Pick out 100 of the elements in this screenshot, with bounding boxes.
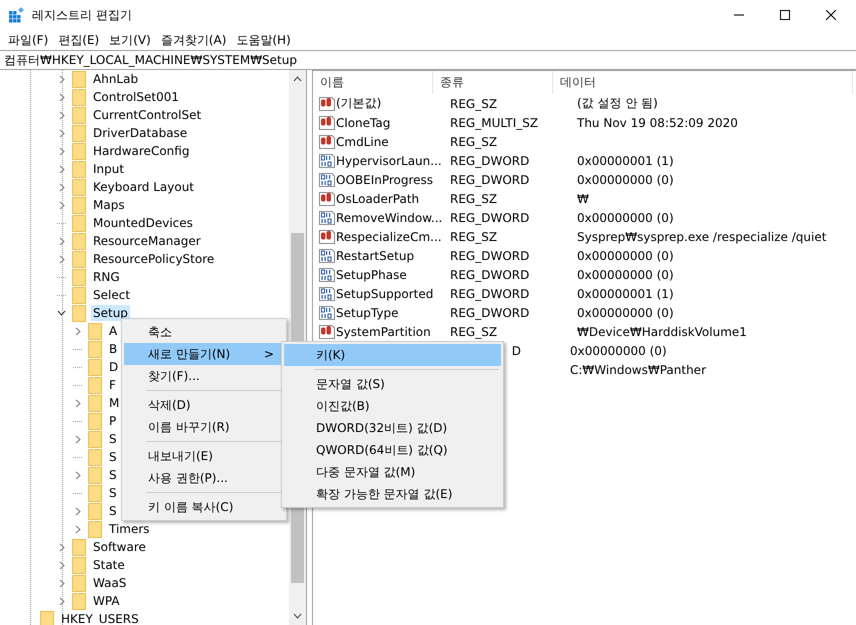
string-value-icon [319, 134, 335, 150]
tree-item[interactable]: ResourcePolicyStore [91, 251, 216, 267]
tree-item[interactable]: DriverDatabase [91, 125, 190, 141]
tree-item[interactable]: S [107, 449, 119, 465]
tree-item[interactable]: HKEY_USERS [59, 611, 141, 625]
tree-item[interactable]: Input [91, 161, 126, 177]
folder-icon [40, 610, 54, 625]
context-menu-item[interactable]: 사용 권한(P)... [124, 467, 284, 489]
folder-icon [72, 250, 86, 268]
tree-item[interactable]: Maps [91, 197, 127, 213]
value-type: REG_DWORD [450, 210, 530, 224]
address-field[interactable]: 컴퓨터₩HKEY_LOCAL_MACHINE₩SYSTEM₩Setup [0, 50, 856, 70]
folder-icon [72, 268, 86, 286]
folder-icon [72, 196, 86, 214]
value-data: 0x00000001 (1) [577, 154, 674, 168]
value-name[interactable]: SetupPhase [336, 268, 407, 282]
folder-icon [72, 232, 86, 250]
folder-icon [72, 70, 86, 88]
value-data: 0x00000000 (0) [570, 344, 667, 358]
submenu-item[interactable]: 확장 가능한 문자열 값(E) [284, 483, 501, 505]
folder-icon [88, 520, 102, 538]
submenu-item[interactable]: 문자열 값(S) [284, 373, 501, 395]
submenu-item[interactable]: 다중 문자열 값(M) [284, 461, 501, 483]
binary-value-icon [319, 286, 335, 302]
value-name[interactable]: RemoveWindow... [336, 210, 442, 224]
tree-item[interactable]: F [107, 377, 118, 393]
menu-item[interactable]: 편집(E) [54, 32, 106, 48]
value-name[interactable]: HypervisorLaun... [336, 154, 442, 168]
context-menu-item[interactable]: 삭제(D) [124, 394, 284, 416]
value-name[interactable]: SetupType [336, 306, 398, 320]
submenu-item[interactable]: QWORD(64비트) 값(Q) [284, 439, 501, 461]
window-title: 레지스트리 편집기 [32, 6, 132, 24]
submenu-item[interactable]: DWORD(32비트) 값(D) [284, 417, 501, 439]
folder-icon [72, 556, 86, 574]
folder-icon [88, 484, 102, 502]
value-type: REG_DWORD [450, 248, 530, 262]
tree-item[interactable]: Select [91, 287, 132, 303]
value-name[interactable]: CmdLine [336, 134, 389, 148]
tree-item[interactable]: State [91, 557, 127, 573]
close-icon[interactable] [826, 10, 836, 20]
menu-item[interactable]: 파일(F) [4, 32, 54, 48]
menu-item[interactable]: 즐겨찾기(A) [156, 32, 232, 48]
column-header[interactable]: 이름 [313, 71, 433, 94]
tree-item[interactable]: Software [91, 539, 148, 555]
value-type: REG_SZ [450, 324, 498, 338]
value-name[interactable]: RestartSetup [336, 248, 414, 262]
tree-item[interactable]: WaaS [91, 575, 128, 591]
scroll-up-icon[interactable] [293, 76, 302, 82]
value-name[interactable]: RespecializeCm... [336, 230, 442, 244]
value-data: Thu Nov 19 08:52:09 2020 [577, 116, 738, 130]
value-name[interactable]: SetupSupported [336, 286, 434, 300]
tree-item[interactable]: WPA [91, 593, 122, 609]
tree-item[interactable]: HardwareConfig [91, 143, 192, 159]
context-menu-item[interactable]: 축소 [124, 321, 284, 343]
tree-item[interactable]: RNG [91, 269, 122, 285]
column-header[interactable]: 종류 [433, 71, 553, 94]
context-menu-item[interactable]: 새로 만들기(N) > [124, 343, 284, 365]
value-name[interactable]: SystemPartition [336, 324, 431, 338]
submenu-item[interactable]: 키(K) [284, 344, 501, 366]
tree-item[interactable]: Timers [107, 521, 152, 537]
value-data: (값 설정 안 됨) [577, 96, 658, 110]
tree-item[interactable]: MountedDevices [91, 215, 195, 231]
folder-icon [72, 574, 86, 592]
tree-item[interactable]: ResourceManager [91, 233, 203, 249]
submenu-item[interactable]: 이진값(B) [284, 395, 501, 417]
folder-icon [72, 214, 86, 232]
value-name[interactable]: OOBEInProgress [336, 172, 434, 186]
tree-item[interactable]: AhnLab [91, 71, 140, 87]
tree-item[interactable]: S [107, 485, 119, 501]
value-name[interactable]: OsLoaderPath [336, 192, 420, 206]
tree-item[interactable]: D [107, 359, 120, 375]
menu-item[interactable]: 보기(V) [105, 32, 157, 48]
string-value-icon [319, 114, 335, 130]
binary-value-icon [319, 248, 335, 264]
value-name[interactable]: CloneTag [336, 116, 390, 130]
folder-icon [88, 430, 102, 448]
folder-icon [88, 412, 102, 430]
tree-item[interactable]: Keyboard Layout [91, 179, 196, 195]
context-menu-item[interactable]: 이름 바꾸기(R) [124, 416, 284, 438]
tree-item[interactable]: CurrentControlSet [91, 107, 204, 123]
context-menu-item[interactable]: 찾기(F)... [124, 365, 284, 387]
scroll-down-icon[interactable] [293, 613, 302, 619]
tree-item[interactable]: B [107, 341, 120, 357]
tree-item[interactable]: S [107, 431, 119, 447]
value-name[interactable]: (기본값) [336, 95, 382, 112]
tree-item[interactable]: S [107, 503, 119, 519]
context-menu-item[interactable]: 내보내기(E) [124, 445, 284, 467]
tree-item[interactable]: ControlSet001 [91, 89, 181, 105]
folder-icon [88, 466, 102, 484]
tree-item[interactable]: M [107, 395, 122, 411]
value-type: REG_DWORD [450, 268, 530, 282]
string-value-icon [319, 228, 335, 244]
tree-item[interactable]: A [107, 323, 120, 339]
maximize-icon[interactable] [780, 10, 790, 20]
context-menu-item[interactable]: 키 이름 복사(C) [124, 496, 284, 518]
menu-item[interactable]: 도움말(H) [232, 32, 297, 48]
tree-item[interactable]: P [107, 413, 118, 429]
column-header[interactable]: 데이터 [553, 71, 853, 94]
tree-item[interactable]: S [107, 467, 119, 483]
tree-item[interactable]: Setup [91, 305, 130, 321]
